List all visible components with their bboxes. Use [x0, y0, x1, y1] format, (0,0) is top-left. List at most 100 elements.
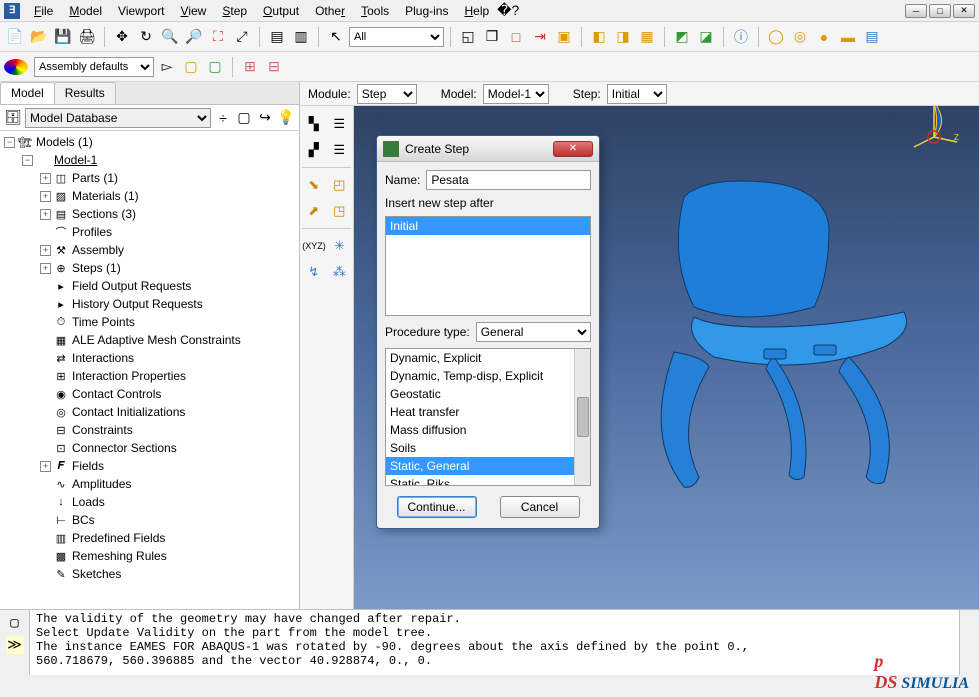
expand-icon[interactable] — [40, 479, 51, 490]
model-database-select[interactable]: Model Database — [25, 108, 211, 128]
red-box-icon[interactable]: □ — [505, 26, 527, 48]
replace-icon[interactable]: ◱ — [457, 26, 479, 48]
expand-icon[interactable]: + — [40, 263, 51, 274]
expand-icon[interactable]: ▢ — [235, 109, 253, 127]
misc2-icon[interactable]: ▤ — [861, 26, 883, 48]
console-log-icon[interactable]: ▢ — [6, 614, 24, 632]
expand-icon[interactable] — [40, 227, 51, 238]
tree-profiles[interactable]: ⌒Profiles — [0, 223, 299, 241]
rotate-icon[interactable]: ↻ — [135, 26, 157, 48]
xyz-icon[interactable]: (XYZ) — [302, 234, 326, 258]
tree-ale[interactable]: ▦ALE Adaptive Mesh Constraints — [0, 331, 299, 349]
menu-viewport[interactable]: Viewport — [110, 2, 172, 20]
tree-fields[interactable]: +𝑭Fields — [0, 457, 299, 475]
dialog-titlebar[interactable]: Create Step ✕ — [377, 136, 599, 162]
new-icon[interactable]: 📄 — [4, 26, 26, 48]
misc1-icon[interactable]: ▬ — [837, 26, 859, 48]
cube-shaded-icon[interactable]: ◩ — [671, 26, 693, 48]
model-tree[interactable]: −🏗Models (1)−Model-1+◫Parts (1)+▨Materia… — [0, 131, 299, 609]
expand-icon[interactable] — [40, 533, 51, 544]
tree-models[interactable]: −🏗Models (1) — [0, 133, 299, 151]
menu-other[interactable]: Other — [307, 2, 353, 20]
filter-select[interactable]: All — [349, 27, 444, 47]
sort2-icon[interactable]: ⊟ — [263, 56, 285, 78]
window-minimize[interactable]: ─ — [905, 4, 927, 18]
tree-predefined-fields[interactable]: ▥Predefined Fields — [0, 529, 299, 547]
procedure-item[interactable]: Static, Riks — [386, 475, 590, 486]
print-icon[interactable]: 🖨 — [76, 26, 98, 48]
tree-bcs[interactable]: ⊢BCs — [0, 511, 299, 529]
tree-constraints[interactable]: ⊟Constraints — [0, 421, 299, 439]
zoom-box-icon[interactable]: 🔎 — [183, 26, 205, 48]
expand-icon[interactable]: + — [40, 461, 51, 472]
tool3-icon[interactable]: ⬈ — [302, 199, 326, 223]
tree-time-points[interactable]: ⏱Time Points — [0, 313, 299, 331]
dialog-close-button[interactable]: ✕ — [553, 141, 593, 157]
procedure-scrollbar[interactable] — [574, 349, 590, 485]
tree-assembly[interactable]: +⚒Assembly — [0, 241, 299, 259]
tree-sketches[interactable]: ✎Sketches — [0, 565, 299, 583]
box-icon[interactable]: ▣ — [553, 26, 575, 48]
insert-after-list[interactable]: Initial — [385, 216, 591, 316]
step-name-input[interactable] — [426, 170, 591, 190]
tool4-icon[interactable]: ◳ — [328, 199, 352, 223]
procedure-item[interactable]: Soils — [386, 439, 590, 457]
output-field-icon[interactable]: ▚ — [302, 112, 326, 136]
zoom-icon[interactable]: 🔍 — [159, 26, 181, 48]
tree-steps[interactable]: +⊕Steps (1) — [0, 259, 299, 277]
menu-view[interactable]: View — [173, 2, 215, 20]
csys-icon[interactable]: ↯ — [302, 260, 326, 284]
cube1-icon[interactable]: ◧ — [588, 26, 610, 48]
console-text[interactable]: The validity of the geometry may have ch… — [30, 610, 959, 675]
menu-tools[interactable]: Tools — [353, 2, 397, 20]
menu-file[interactable]: File — [26, 2, 61, 20]
expand-icon[interactable] — [40, 569, 51, 580]
procedure-type-select[interactable]: General — [476, 322, 591, 342]
circle2-icon[interactable]: ◎ — [789, 26, 811, 48]
select-arrow-icon[interactable]: ↖ — [325, 26, 347, 48]
tree-contact-init[interactable]: ◎Contact Initializations — [0, 403, 299, 421]
insert-item[interactable]: Initial — [386, 217, 590, 235]
align-icon[interactable]: ⇥ — [529, 26, 551, 48]
expand-icon[interactable] — [40, 317, 51, 328]
cube2-icon[interactable]: ◨ — [612, 26, 634, 48]
tree-amplitudes[interactable]: ∿Amplitudes — [0, 475, 299, 493]
info-icon[interactable]: ⓘ — [730, 26, 752, 48]
menu-help[interactable]: Help — [456, 2, 497, 20]
tree-model1[interactable]: −Model-1 — [0, 151, 299, 169]
menu-step[interactable]: Step — [214, 2, 255, 20]
expand-icon[interactable] — [40, 443, 51, 454]
module-select[interactable]: Step — [357, 84, 417, 104]
tree-materials[interactable]: +▨Materials (1) — [0, 187, 299, 205]
save-icon[interactable]: 💾 — [52, 26, 74, 48]
expand-icon[interactable] — [40, 389, 51, 400]
procedure-item[interactable]: Geostatic — [386, 385, 590, 403]
procedure-item[interactable]: Mass diffusion — [386, 421, 590, 439]
expand-icon[interactable]: + — [40, 209, 51, 220]
output-hist-icon[interactable]: ▞ — [302, 138, 326, 162]
window-close[interactable]: ✕ — [953, 4, 975, 18]
expand-icon[interactable] — [40, 551, 51, 562]
circle3-icon[interactable]: ● — [813, 26, 835, 48]
expand-icon[interactable] — [40, 371, 51, 382]
expand-icon[interactable] — [40, 353, 51, 364]
expand-icon[interactable] — [40, 407, 51, 418]
tree-interactions[interactable]: ⇄Interactions — [0, 349, 299, 367]
expand-icon[interactable] — [40, 497, 51, 508]
box-green-icon[interactable]: ▢ — [204, 56, 226, 78]
model-select[interactable]: Model-1 — [483, 84, 549, 104]
expand-icon[interactable] — [40, 299, 51, 310]
layers-icon[interactable]: ▻ — [156, 56, 178, 78]
view-back-icon[interactable]: ▥ — [290, 26, 312, 48]
expand-icon[interactable] — [40, 515, 51, 526]
procedure-item[interactable]: Heat transfer — [386, 403, 590, 421]
tree-field-output[interactable]: ▸Field Output Requests — [0, 277, 299, 295]
sort1-icon[interactable]: ⊞ — [239, 56, 261, 78]
expand-icon[interactable]: + — [40, 245, 51, 256]
link-icon[interactable]: ↪ — [256, 109, 274, 127]
procedure-list[interactable]: Dynamic, ExplicitDynamic, Temp-disp, Exp… — [385, 348, 591, 486]
console-prompt-icon[interactable]: ≫ — [6, 636, 24, 654]
tool2-icon[interactable]: ◰ — [328, 173, 352, 197]
bulb-icon[interactable]: 💡 — [277, 109, 295, 127]
tree-loads[interactable]: ↓Loads — [0, 493, 299, 511]
